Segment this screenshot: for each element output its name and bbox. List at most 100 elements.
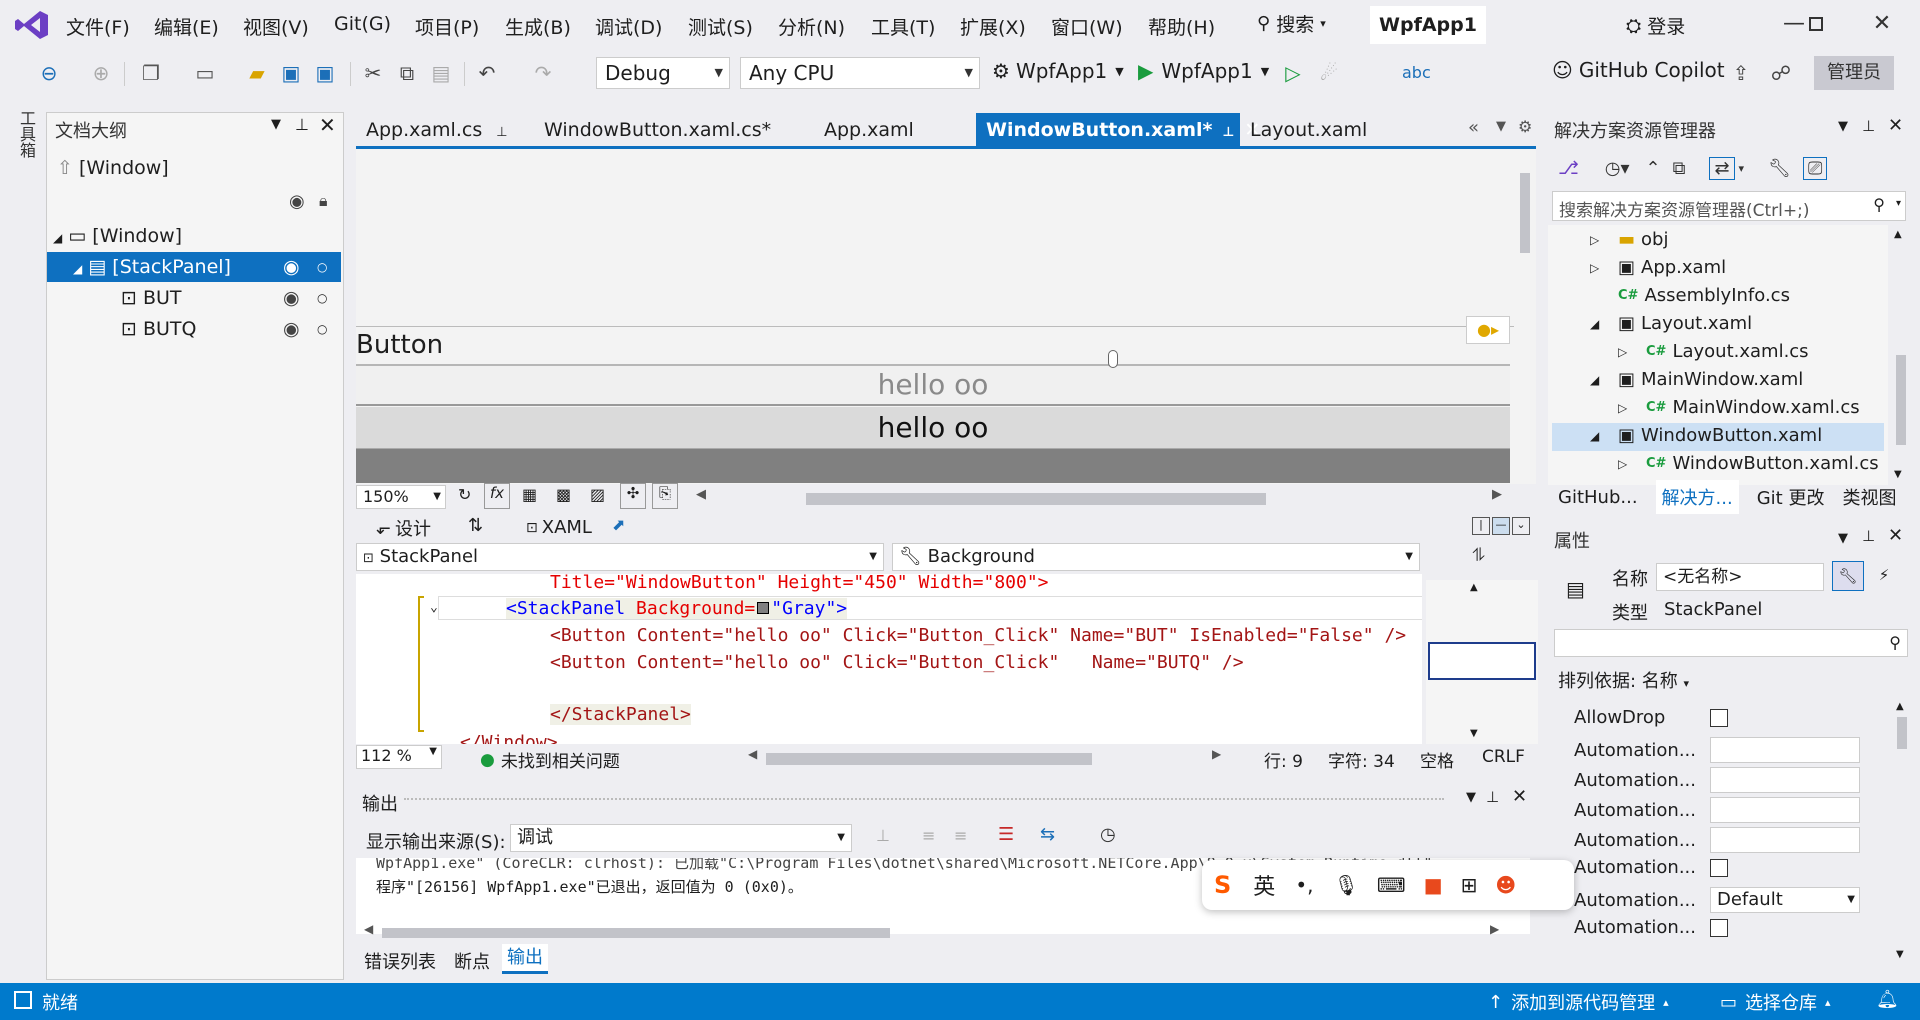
automation-checkbox[interactable] [1710,918,1728,937]
github-copilot-button[interactable]: ☺ GitHub Copilot [1552,58,1725,82]
designer-vscrollbar[interactable] [1514,149,1536,484]
lock-open-icon[interactable]: ○ [317,252,327,282]
menu-project[interactable]: 项目(P) [415,13,479,40]
tab-xaml[interactable]: ⊡ XAML [526,517,592,538]
tab-github[interactable]: GitHub... [1558,487,1638,508]
solution-item-windowbutton-xaml[interactable]: ◢ ▣ WindowButton.xaml [1590,425,1822,446]
menu-build[interactable]: 生成(B) [505,13,571,40]
tab-layout-xaml[interactable]: Layout.xaml [1240,113,1377,147]
vertical-split-icon[interactable]: | [1472,517,1490,535]
tab-list-icon[interactable]: ▼ [1496,119,1506,134]
drag-grip[interactable] [404,798,1444,802]
element-select[interactable]: ⊡ StackPanel ▼ [356,543,884,571]
save-all-icon[interactable]: ▣ [312,60,338,86]
search-button[interactable]: ⚲ 搜索 ▾ [1257,10,1326,37]
collapse-icon[interactable]: ⌄ [430,600,438,615]
history-icon[interactable]: ◷▾ [1605,158,1630,179]
pin-icon[interactable]: ⊥ [1862,527,1875,545]
scroll-left-icon[interactable]: ◀ [748,747,757,761]
tab-app-xaml[interactable]: App.xaml [814,113,924,147]
copy-icon[interactable]: ⧉ [394,60,420,86]
pane-menu-icon[interactable]: ▼ [1466,790,1476,805]
automation-input[interactable] [1710,797,1860,823]
designer-button-butq[interactable]: hello oo [356,407,1510,449]
pin-icon[interactable]: ⊥ [1486,788,1499,806]
tab-output[interactable]: 输出 [502,944,548,974]
start-without-debug-icon[interactable]: ▷ [1280,60,1306,86]
close-pane-icon[interactable]: ✕ [1888,525,1903,546]
name-input[interactable]: <无名称> [1656,563,1824,591]
allowdrop-checkbox[interactable] [1710,708,1728,727]
sync-icon[interactable]: ⇄ [1709,156,1735,180]
notifications-icon[interactable]: 🔔︎ [1876,989,1899,1010]
configuration-select[interactable]: Debug ▼ [596,57,730,89]
menu-file[interactable]: 文件(F) [66,13,130,40]
settings-icon[interactable]: ⚙ [1518,117,1532,136]
issues-indicator[interactable]: ● 未找到相关问题 [480,747,620,773]
prev-message-icon[interactable]: ≡ [922,826,935,845]
menu-help[interactable]: 帮助(H) [1148,13,1215,40]
tab-app-xaml-cs[interactable]: App.xaml.cs ⊥ [356,113,518,147]
menu-git[interactable]: Git(G) [334,13,391,35]
feedback-icon[interactable]: ☍ [1768,60,1794,86]
menu-test[interactable]: 测试(S) [688,13,753,40]
code-zoom-select[interactable]: 112 % ▼ [356,745,442,769]
apps-grid-icon[interactable]: ⊞ [1461,873,1478,897]
lock-open-icon[interactable]: ○ [317,314,327,344]
menu-extensions[interactable]: 扩展(X) [960,13,1026,40]
scroll-up-icon[interactable]: ▲ [1470,582,1478,593]
save-icon[interactable]: ▣ [278,60,304,86]
solution-item-app-xaml[interactable]: ▷ ▣ App.xaml [1590,257,1726,278]
menu-view[interactable]: 视图(V) [243,13,309,40]
open-folder-icon[interactable]: ▰ [244,60,270,86]
output-source-select[interactable]: 调试 ▼ [510,824,852,852]
clock-icon[interactable]: ◷ [1100,824,1116,845]
menu-debug[interactable]: 调试(D) [595,13,662,40]
horizontal-split-icon[interactable]: — [1492,517,1510,535]
eye-icon[interactable]: ◉ [289,191,305,212]
search-icon[interactable]: ⚲ [1873,195,1885,214]
project-code-icon[interactable]: ⎘ [652,483,678,509]
scroll-right-icon[interactable]: ▶ [1492,487,1502,502]
fx-icon[interactable]: fx [484,483,510,509]
outline-item-stackpanel[interactable]: ◢ ▤ [StackPanel] ◉ ○ [47,252,341,282]
pin-icon[interactable]: ⊥ [496,125,507,140]
pane-menu-icon[interactable]: ▼ [1838,119,1848,134]
tab-solution-explorer[interactable]: 解决方... [1655,480,1739,514]
pane-menu-icon[interactable]: ▼ [271,117,281,132]
artboard-icon[interactable]: ▨ [590,485,605,504]
paste-icon[interactable]: ▤ [428,60,454,86]
show-all-files-icon[interactable]: ⧉ [1673,158,1686,179]
platform-select[interactable]: Any CPU ▼ [740,57,980,89]
menu-analyze[interactable]: 分析(N) [778,13,845,40]
split-toggle-icon[interactable]: ⥮ [1472,545,1485,566]
scroll-right-icon[interactable]: ▶ [1212,747,1221,761]
cut-icon[interactable]: ✂ [360,60,386,86]
skin-icon[interactable]: ■ [1424,873,1443,897]
solution-item-layout-xaml-cs[interactable]: ▷ C# Layout.xaml.cs [1618,341,1809,362]
close-pane-icon[interactable]: ✕ [319,113,336,137]
tab-error-list[interactable]: 错误列表 [364,948,436,974]
properties-vscrollbar[interactable]: ▲ ▼ [1892,697,1910,967]
grid-icon[interactable]: ▦ [522,485,537,504]
automation-input[interactable] [1710,737,1860,763]
login-button[interactable]: ⛭ 登录 [1626,12,1685,39]
tab-windowbutton-xaml-cs[interactable]: WindowButton.xaml.cs* [534,113,781,147]
search-icon[interactable]: ⚲ [1889,633,1901,652]
code-hscroll-thumb[interactable] [766,753,1092,765]
solution-vscrollbar[interactable]: ▲ ▼ [1890,225,1910,485]
eye-icon[interactable]: ◉ [283,283,300,313]
properties-wrench-icon[interactable]: 🔧︎ [1768,158,1791,179]
designer-zoom-select[interactable]: 150% ▼ [356,485,446,509]
close-pane-icon[interactable]: ✕ [1512,786,1527,807]
refresh-icon[interactable]: ↻ [458,485,471,504]
code-minimap[interactable]: ▲ ▼ [1426,580,1538,744]
share-icon[interactable]: ⇪ [1728,60,1754,86]
tab-class-view[interactable]: 类视图 [1842,484,1896,510]
clear-all-icon[interactable]: ☰ [998,824,1014,845]
scroll-down-icon[interactable]: ▼ [1470,728,1478,739]
pin-icon[interactable]: ⊥ [295,115,309,134]
outline-item-but[interactable]: ⊡ BUT ◉ ○ [47,283,341,313]
automation-input[interactable] [1710,767,1860,793]
mascot-icon[interactable]: ☻ [1495,873,1516,897]
